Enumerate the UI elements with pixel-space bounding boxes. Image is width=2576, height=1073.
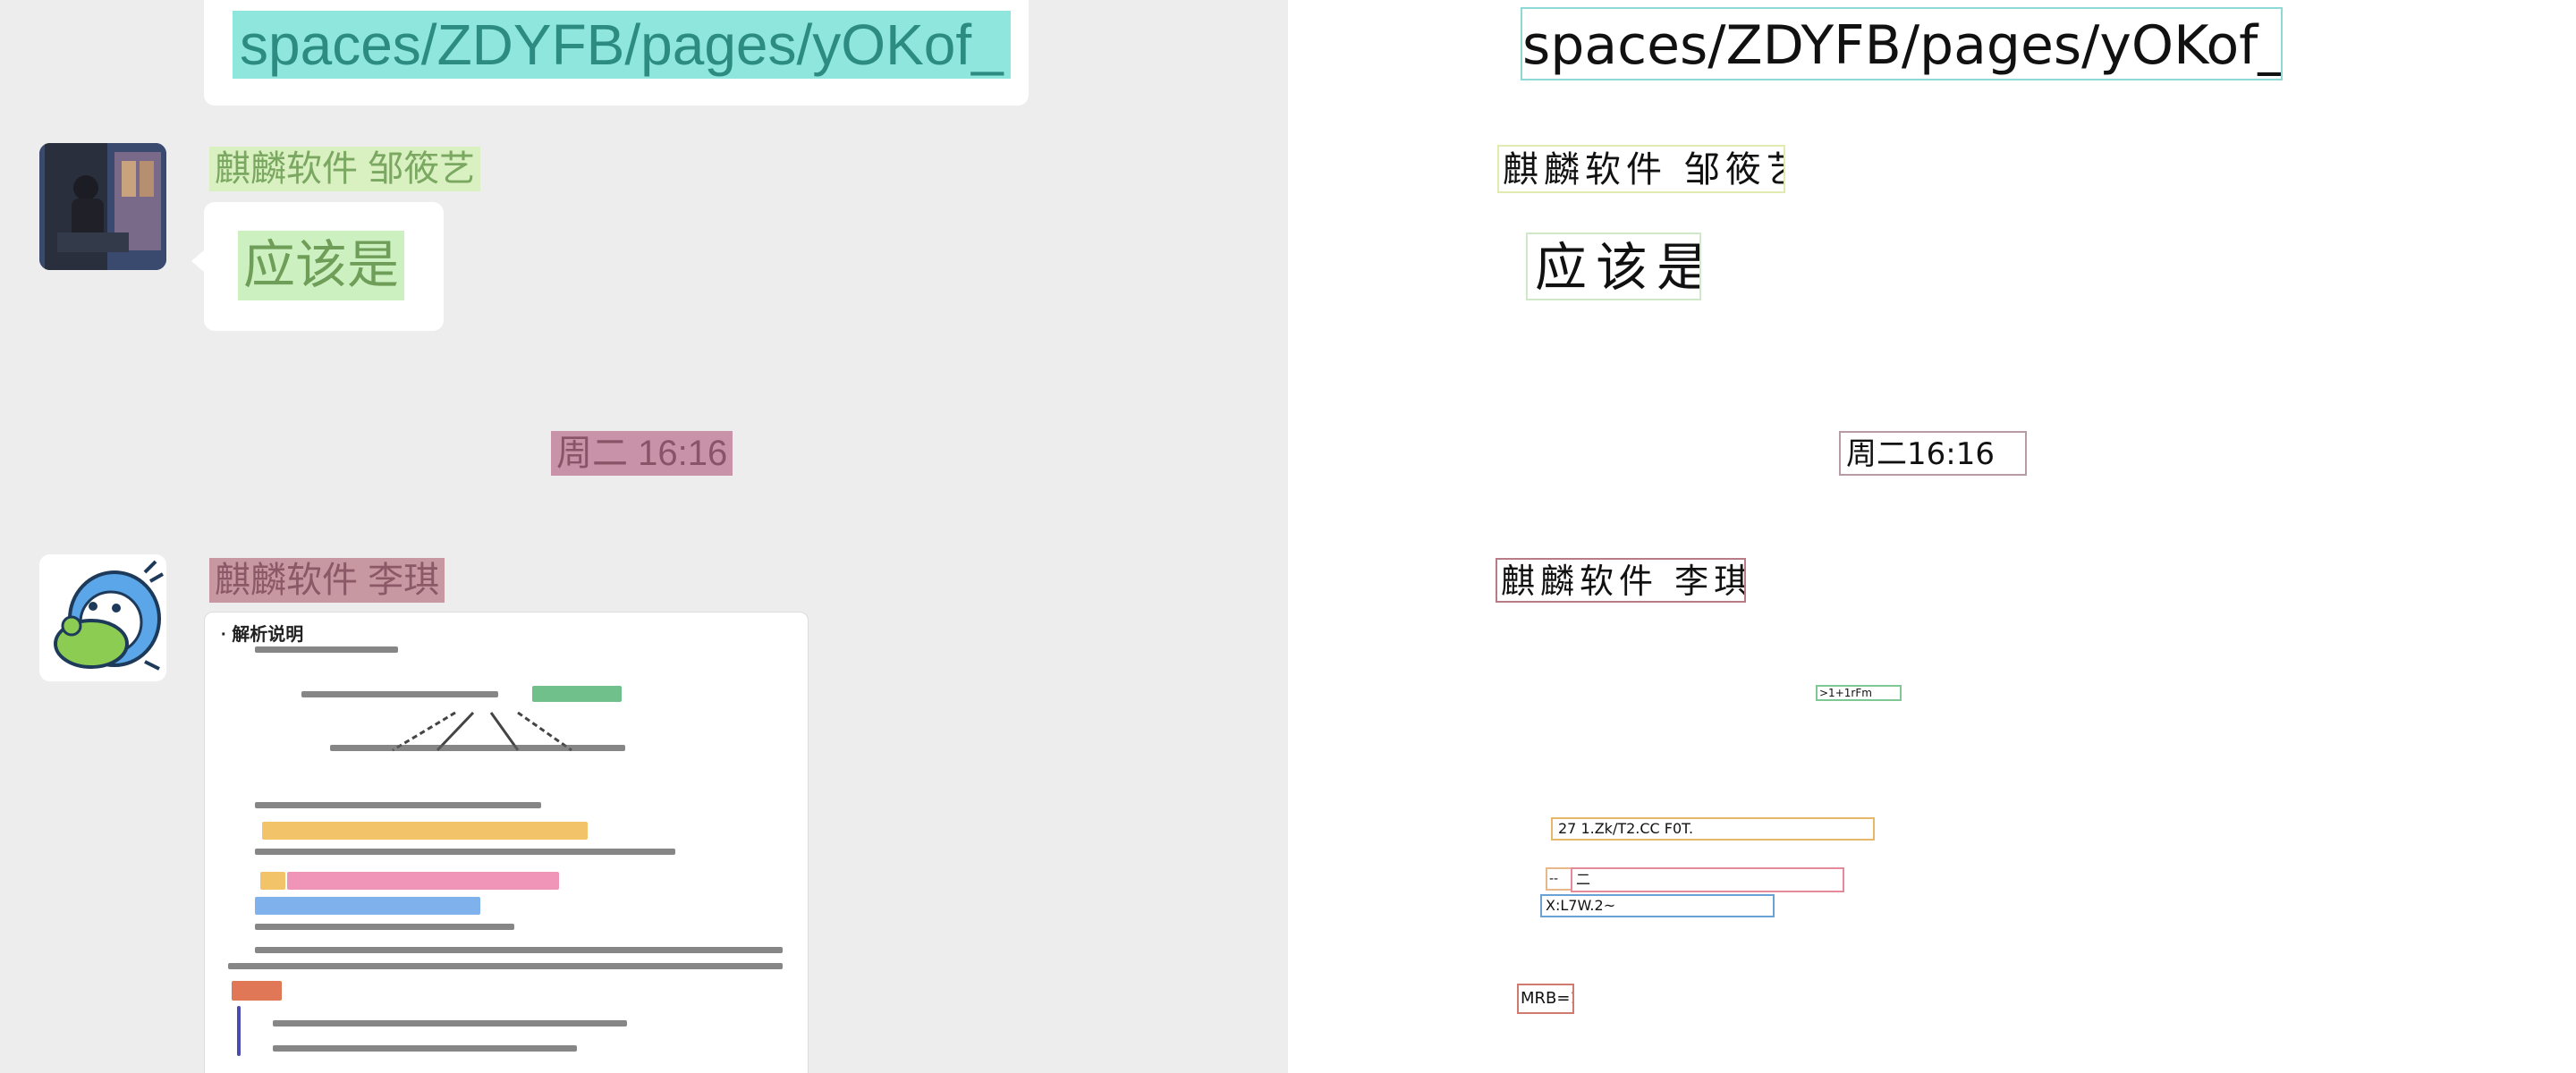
doc-line (273, 1045, 577, 1052)
doc-line (255, 646, 398, 653)
ocr-text-box: 麒麟软件 邹筱艺 (1497, 145, 1785, 193)
doc-line (330, 745, 625, 751)
doc-quote-bar (237, 1006, 241, 1056)
ocr-text-box: X:L7W.2~ (1540, 894, 1775, 917)
ocr-text-box: MRB=1 (1517, 984, 1574, 1014)
ocr-text-box: 麒麟软件 李琪 (1496, 558, 1746, 603)
doc-highlight-pink (287, 872, 559, 890)
doc-line (255, 802, 541, 808)
doc-highlight-peach (260, 872, 285, 890)
doc-line (228, 963, 783, 969)
ocr-text-box: 二 (1571, 867, 1844, 892)
url-message-text: spaces/ZDYFB/pages/yOKof_ (233, 11, 1011, 79)
doc-highlight-green (532, 686, 622, 702)
ocr-text-box: 周二16:16 (1839, 431, 2027, 476)
doc-line (255, 924, 514, 930)
ocr-text-box: 应该是 (1526, 232, 1701, 300)
doc-arrow-diagram (392, 711, 572, 752)
ocr-text-box: >1+1rFm (1816, 685, 1902, 701)
avatar[interactable] (39, 143, 166, 270)
cartoon-avatar-icon (39, 554, 166, 681)
doc-image-title: · 解析说明 (221, 625, 304, 645)
photo-avatar-icon (39, 143, 166, 270)
avatar[interactable] (39, 554, 166, 681)
bubble-tail (191, 250, 204, 272)
message-text: 应该是 (238, 231, 405, 300)
doc-line (255, 849, 675, 855)
ocr-text-box: -- (1546, 867, 1572, 891)
chat-panel: spaces/ZDYFB/pages/yOKof_ 麒麟软件 邹筱艺 应该是 周… (0, 0, 1288, 1073)
doc-line (301, 691, 498, 697)
doc-line (255, 947, 783, 953)
doc-highlight-orange (262, 822, 588, 840)
timestamp-divider: 周二 16:16 (551, 431, 733, 476)
ocr-text-box: spaces/ZDYFB/pages/yOKof_ (1521, 7, 2283, 80)
doc-line (273, 1020, 627, 1027)
ocr-panel (1288, 0, 2576, 1073)
document-image-message[interactable]: · 解析说明 (204, 612, 809, 1073)
doc-highlight-red (232, 981, 282, 1001)
doc-highlight-blue (255, 897, 480, 915)
ocr-text-box: 27 1.Zk/T2.CC F0T. (1551, 817, 1875, 841)
sender-name: 麒麟软件 李琪 (209, 558, 445, 603)
sender-name: 麒麟软件 邹筱艺 (209, 147, 481, 191)
